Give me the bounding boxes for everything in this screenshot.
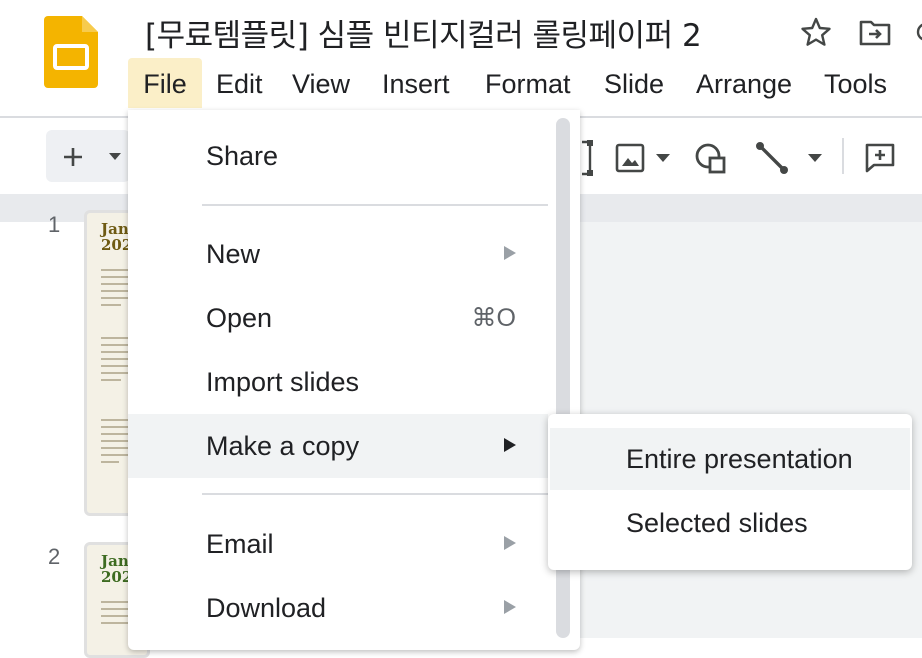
file-menu-item-make-a-copy[interactable]: Make a copy [128, 414, 548, 478]
document-title[interactable]: [무료템플릿] 심플 빈티지컬러 롤링페이퍼 2 [145, 10, 702, 55]
menu-edit[interactable]: Edit [216, 58, 263, 108]
shape-icon[interactable] [694, 142, 728, 176]
menu-divider [202, 204, 548, 206]
menu-file[interactable]: File [128, 58, 202, 108]
file-menu-item-import-slides[interactable]: Import slides [128, 350, 548, 414]
submenu-arrow-icon [504, 246, 516, 260]
comment-icon[interactable] [864, 142, 896, 174]
menu-tools[interactable]: Tools [824, 58, 887, 108]
chevron-down-icon[interactable] [108, 152, 122, 162]
slide-filmstrip: 1 Jan 202 2 Jan 202 [0, 210, 150, 658]
menu-divider [202, 493, 548, 495]
menu-arrange[interactable]: Arrange [696, 58, 792, 108]
file-menu-item-new[interactable]: New [128, 222, 548, 286]
cloud-status-icon[interactable] [910, 20, 922, 44]
make-a-copy-submenu: Entire presentation Selected slides [548, 414, 912, 570]
star-icon[interactable] [800, 16, 832, 48]
submenu-item-entire-presentation[interactable]: Entire presentation [550, 428, 910, 490]
file-menu-item-download[interactable]: Download [128, 576, 548, 640]
file-menu-item-share[interactable]: Share [128, 124, 548, 188]
menu-insert[interactable]: Insert [382, 58, 450, 108]
menu-format[interactable]: Format [485, 58, 571, 108]
submenu-arrow-icon [504, 438, 516, 452]
image-icon[interactable] [614, 142, 676, 174]
submenu-arrow-icon [504, 600, 516, 614]
file-menu: Share New Open ⌘O Import slides Make a c… [128, 110, 580, 650]
file-menu-item-open[interactable]: Open ⌘O [128, 286, 548, 350]
move-to-folder-icon[interactable] [858, 16, 892, 48]
toolbar-separator [842, 138, 844, 174]
submenu-arrow-icon [504, 536, 516, 550]
menu-view[interactable]: View [292, 58, 350, 108]
plus-icon [64, 148, 82, 166]
slide-number: 1 [48, 212, 61, 237]
line-icon[interactable] [754, 142, 828, 174]
submenu-item-selected-slides[interactable]: Selected slides [550, 492, 910, 554]
slide-number: 2 [48, 544, 61, 569]
google-slides-logo-icon[interactable] [44, 16, 98, 88]
menu-slide[interactable]: Slide [604, 58, 664, 108]
shortcut-label: ⌘O [471, 304, 516, 332]
new-slide-button[interactable] [46, 130, 130, 182]
file-menu-item-email[interactable]: Email [128, 512, 548, 576]
